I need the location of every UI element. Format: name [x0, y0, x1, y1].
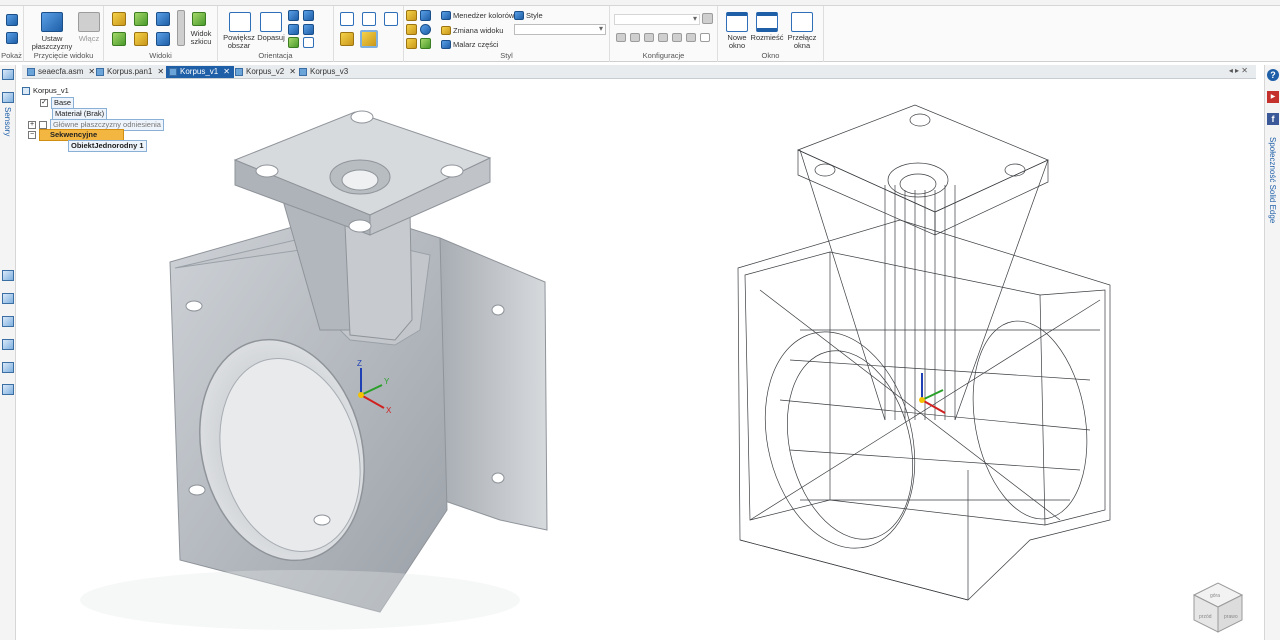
view-cube-top-label: góra [1210, 593, 1220, 599]
view-cube[interactable]: góra przód prawo [1192, 582, 1244, 633]
triad-z-label: Z [357, 359, 362, 368]
right-panel-strip: ? ▶ f Społeczność Solid Edge [1264, 65, 1280, 640]
shaded-model[interactable] [80, 110, 548, 630]
community-tab[interactable]: Społeczność Solid Edge [1268, 137, 1277, 223]
solid-edge-window: Pokaż Ustaw płaszczyzny Włącz Przycięcie… [0, 0, 1280, 640]
youtube-icon[interactable]: ▶ [1267, 91, 1279, 103]
facebook-icon[interactable]: f [1267, 113, 1279, 125]
viewport-graphics[interactable]: Z Y X góra przód prawo [0, 0, 1264, 640]
view-cube-right-label: prawo [1224, 614, 1238, 620]
help-icon[interactable]: ? [1267, 69, 1279, 81]
coordinate-triad-wire [919, 373, 946, 414]
triad-x-label: X [386, 406, 392, 415]
triad-y-label: Y [384, 377, 390, 386]
wireframe-model[interactable] [737, 104, 1111, 601]
view-cube-front-label: przód [1199, 614, 1212, 620]
